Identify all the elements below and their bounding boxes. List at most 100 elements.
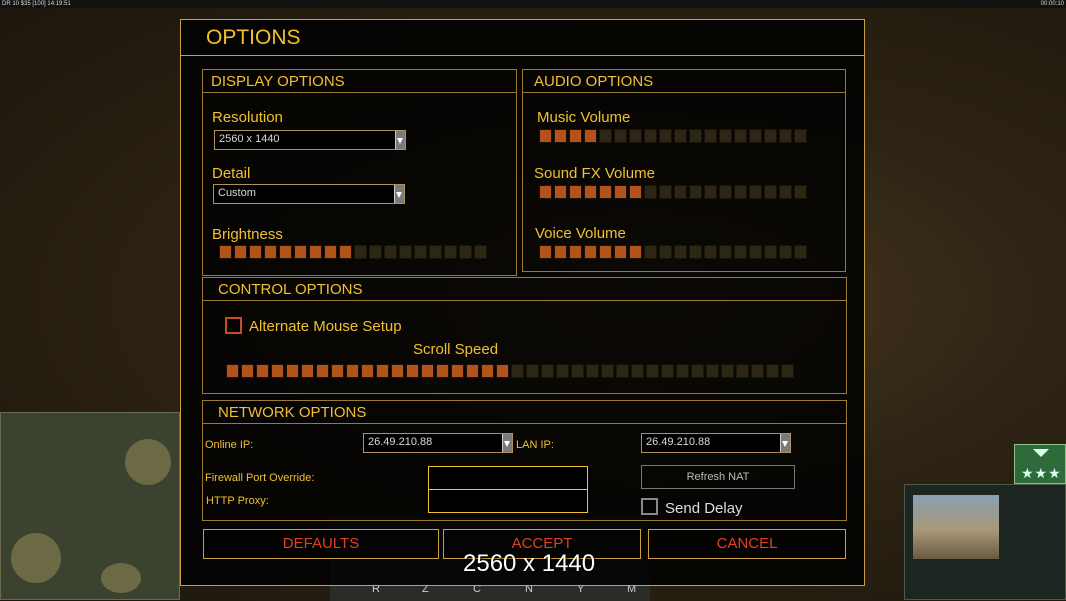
slider-segment[interactable] bbox=[569, 129, 582, 143]
slider-segment[interactable] bbox=[406, 364, 419, 378]
slider-segment[interactable] bbox=[429, 245, 442, 259]
slider-segment[interactable] bbox=[734, 245, 747, 259]
slider-segment[interactable] bbox=[616, 364, 629, 378]
slider-segment[interactable] bbox=[436, 364, 449, 378]
slider-segment[interactable] bbox=[316, 364, 329, 378]
defaults-button[interactable]: DEFAULTS bbox=[203, 529, 439, 559]
slider-segment[interactable] bbox=[629, 129, 642, 143]
firewall-port-field[interactable] bbox=[428, 466, 588, 490]
resolution-dropdown[interactable]: 2560 x 1440 bbox=[214, 130, 406, 150]
slider-segment[interactable] bbox=[444, 245, 457, 259]
slider-segment[interactable] bbox=[414, 245, 427, 259]
slider-segment[interactable] bbox=[659, 129, 672, 143]
scroll-speed-slider[interactable] bbox=[226, 364, 794, 378]
slider-segment[interactable] bbox=[751, 364, 764, 378]
slider-segment[interactable] bbox=[301, 364, 314, 378]
slider-segment[interactable] bbox=[459, 245, 472, 259]
slider-segment[interactable] bbox=[369, 245, 382, 259]
slider-segment[interactable] bbox=[294, 245, 307, 259]
http-proxy-field[interactable] bbox=[428, 489, 588, 513]
slider-segment[interactable] bbox=[614, 129, 627, 143]
slider-segment[interactable] bbox=[421, 364, 434, 378]
slider-segment[interactable] bbox=[541, 364, 554, 378]
slider-segment[interactable] bbox=[361, 364, 374, 378]
refresh-nat-button[interactable]: Refresh NAT bbox=[641, 465, 795, 489]
dropdown-arrow-icon[interactable] bbox=[394, 185, 404, 203]
slider-segment[interactable] bbox=[764, 185, 777, 199]
minimap[interactable] bbox=[0, 412, 180, 600]
slider-segment[interactable] bbox=[331, 364, 344, 378]
slider-segment[interactable] bbox=[309, 245, 322, 259]
slider-segment[interactable] bbox=[734, 129, 747, 143]
slider-segment[interactable] bbox=[481, 364, 494, 378]
slider-segment[interactable] bbox=[661, 364, 674, 378]
slider-segment[interactable] bbox=[286, 364, 299, 378]
slider-segment[interactable] bbox=[466, 364, 479, 378]
slider-segment[interactable] bbox=[704, 129, 717, 143]
slider-segment[interactable] bbox=[279, 245, 292, 259]
dropdown-arrow-icon[interactable] bbox=[502, 434, 512, 452]
slider-segment[interactable] bbox=[764, 245, 777, 259]
slider-segment[interactable] bbox=[794, 185, 807, 199]
dropdown-arrow-icon[interactable] bbox=[780, 434, 790, 452]
dropdown-arrow-icon[interactable] bbox=[395, 131, 405, 149]
slider-segment[interactable] bbox=[249, 245, 262, 259]
slider-segment[interactable] bbox=[226, 364, 239, 378]
slider-segment[interactable] bbox=[584, 129, 597, 143]
slider-segment[interactable] bbox=[234, 245, 247, 259]
slider-segment[interactable] bbox=[779, 185, 792, 199]
slider-segment[interactable] bbox=[496, 364, 509, 378]
slider-segment[interactable] bbox=[586, 364, 599, 378]
slider-segment[interactable] bbox=[554, 129, 567, 143]
slider-segment[interactable] bbox=[614, 245, 627, 259]
slider-segment[interactable] bbox=[584, 185, 597, 199]
slider-segment[interactable] bbox=[644, 129, 657, 143]
slider-segment[interactable] bbox=[706, 364, 719, 378]
voice-volume-slider[interactable] bbox=[539, 245, 807, 259]
slider-segment[interactable] bbox=[704, 185, 717, 199]
rank-button[interactable]: ★★★ bbox=[1014, 444, 1066, 484]
slider-segment[interactable] bbox=[571, 364, 584, 378]
slider-segment[interactable] bbox=[601, 364, 614, 378]
slider-segment[interactable] bbox=[676, 364, 689, 378]
slider-segment[interactable] bbox=[719, 129, 732, 143]
unit-portrait-panel[interactable] bbox=[904, 484, 1066, 600]
slider-segment[interactable] bbox=[599, 185, 612, 199]
slider-segment[interactable] bbox=[599, 245, 612, 259]
slider-segment[interactable] bbox=[794, 129, 807, 143]
slider-segment[interactable] bbox=[674, 129, 687, 143]
slider-segment[interactable] bbox=[539, 185, 552, 199]
slider-segment[interactable] bbox=[749, 245, 762, 259]
slider-segment[interactable] bbox=[779, 129, 792, 143]
slider-segment[interactable] bbox=[539, 129, 552, 143]
slider-segment[interactable] bbox=[339, 245, 352, 259]
slider-segment[interactable] bbox=[554, 245, 567, 259]
slider-segment[interactable] bbox=[539, 245, 552, 259]
slider-segment[interactable] bbox=[474, 245, 487, 259]
slider-segment[interactable] bbox=[599, 129, 612, 143]
slider-segment[interactable] bbox=[554, 185, 567, 199]
slider-segment[interactable] bbox=[644, 245, 657, 259]
music-volume-slider[interactable] bbox=[539, 129, 807, 143]
slider-segment[interactable] bbox=[704, 245, 717, 259]
slider-segment[interactable] bbox=[721, 364, 734, 378]
slider-segment[interactable] bbox=[659, 185, 672, 199]
slider-segment[interactable] bbox=[674, 245, 687, 259]
slider-segment[interactable] bbox=[256, 364, 269, 378]
slider-segment[interactable] bbox=[629, 245, 642, 259]
online-ip-dropdown[interactable]: 26.49.210.88 bbox=[363, 433, 513, 453]
slider-segment[interactable] bbox=[689, 245, 702, 259]
slider-segment[interactable] bbox=[354, 245, 367, 259]
slider-segment[interactable] bbox=[749, 129, 762, 143]
slider-segment[interactable] bbox=[346, 364, 359, 378]
slider-segment[interactable] bbox=[781, 364, 794, 378]
brightness-slider[interactable] bbox=[219, 245, 487, 259]
cancel-button[interactable]: CANCEL bbox=[648, 529, 846, 559]
slider-segment[interactable] bbox=[271, 364, 284, 378]
slider-segment[interactable] bbox=[689, 185, 702, 199]
slider-segment[interactable] bbox=[614, 185, 627, 199]
slider-segment[interactable] bbox=[629, 185, 642, 199]
slider-segment[interactable] bbox=[451, 364, 464, 378]
slider-segment[interactable] bbox=[794, 245, 807, 259]
slider-segment[interactable] bbox=[556, 364, 569, 378]
